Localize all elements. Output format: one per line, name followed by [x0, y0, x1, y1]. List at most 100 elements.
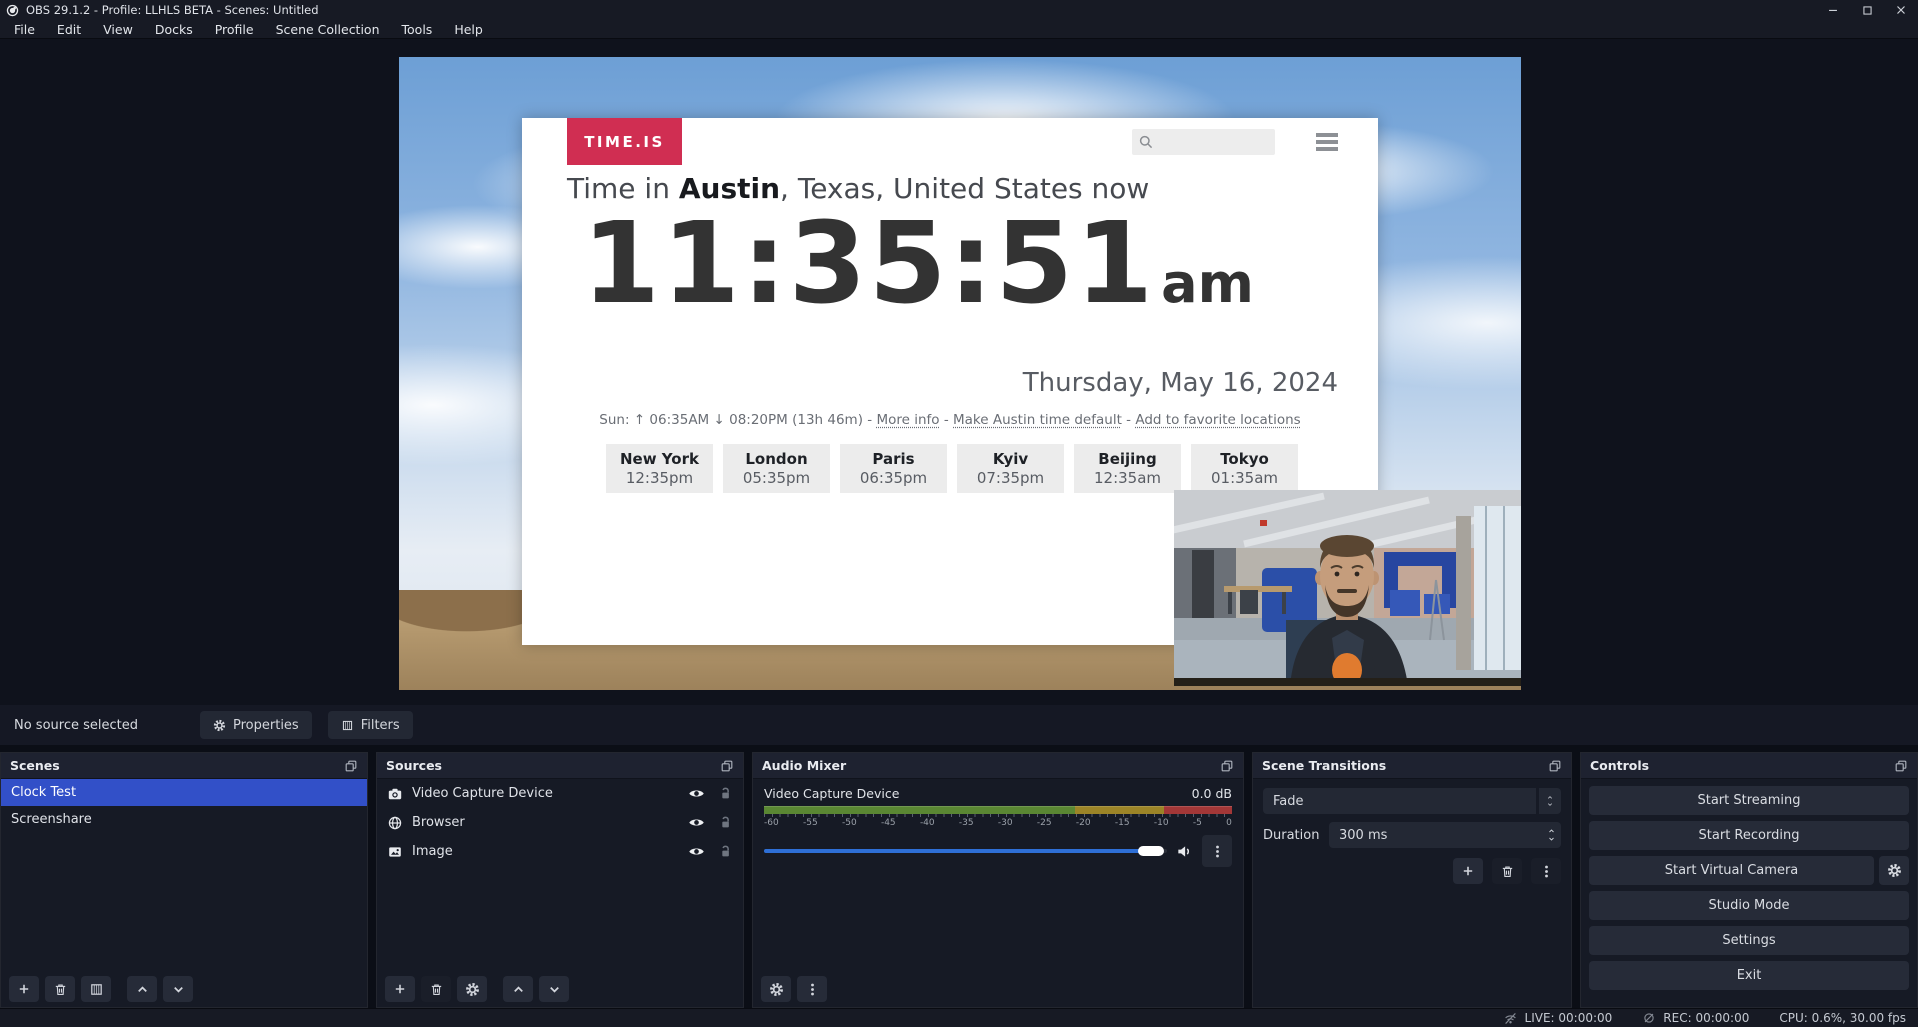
add-transition-button[interactable]: [1453, 858, 1483, 884]
start-streaming-button[interactable]: Start Streaming: [1589, 786, 1909, 815]
source-properties-button[interactable]: [457, 976, 487, 1002]
spin-down-icon[interactable]: [1546, 835, 1557, 843]
source-up-button[interactable]: [503, 976, 533, 1002]
lock-icon[interactable]: [718, 786, 733, 801]
live-status: LIVE: 00:00:00: [1503, 1011, 1613, 1026]
source-item-video-capture[interactable]: Video Capture Device: [377, 779, 743, 808]
city-time: 06:35pm: [840, 469, 947, 488]
kebab-menu-icon: [805, 982, 820, 997]
start-recording-button[interactable]: Start Recording: [1589, 821, 1909, 850]
source-down-button[interactable]: [539, 976, 569, 1002]
obs-window: OBS 29.1.2 - Profile: LLHLS BETA - Scene…: [0, 0, 1918, 1027]
city-name: Beijing: [1074, 450, 1181, 469]
webcam-video: [1174, 490, 1521, 686]
gear-icon: [769, 982, 784, 997]
menu-item[interactable]: Help: [443, 20, 494, 38]
chevron-up-icon: [511, 982, 526, 997]
clock-ampm: am: [1161, 252, 1254, 315]
meter-tick-label: -55: [803, 818, 818, 828]
title-bar: OBS 29.1.2 - Profile: LLHLS BETA - Scene…: [0, 0, 1918, 20]
city-name: London: [723, 450, 830, 469]
gear-icon: [1887, 863, 1902, 878]
popout-icon[interactable]: [344, 759, 358, 773]
timeis-logo: TIME.IS: [567, 118, 682, 165]
menu-item[interactable]: Tools: [391, 20, 444, 38]
filters-icon: [89, 982, 104, 997]
add-source-button[interactable]: [385, 976, 415, 1002]
sources-panel: Sources Video Capture Device Browser: [376, 752, 744, 1008]
source-item-image[interactable]: Image: [377, 837, 743, 866]
mixer-level-db: 0.0 dB: [1192, 786, 1232, 801]
scene-up-button[interactable]: [127, 976, 157, 1002]
minimize-button[interactable]: [1816, 0, 1850, 20]
scene-down-button[interactable]: [163, 976, 193, 1002]
city-card: Tokyo 01:35am: [1191, 444, 1298, 493]
virtual-camera-config-button[interactable]: [1879, 856, 1909, 885]
studio-mode-button[interactable]: Studio Mode: [1589, 891, 1909, 920]
start-virtual-camera-button[interactable]: Start Virtual Camera: [1589, 856, 1874, 885]
obs-logo-icon: [6, 4, 19, 17]
source-status-text: No source selected: [14, 718, 138, 733]
visibility-eye-icon[interactable]: [688, 843, 705, 860]
city-time: 05:35pm: [723, 469, 830, 488]
scenes-toolbar: [9, 976, 193, 1002]
scene-filters-button[interactable]: [81, 976, 111, 1002]
popout-icon[interactable]: [1894, 759, 1908, 773]
plus-icon: [17, 982, 31, 996]
close-button[interactable]: [1884, 0, 1918, 20]
remove-transition-button[interactable]: [1492, 858, 1522, 884]
chevron-down-icon: [547, 982, 562, 997]
popout-icon[interactable]: [1548, 759, 1562, 773]
sources-panel-title: Sources: [386, 758, 442, 773]
more-info-link: More info: [876, 412, 939, 428]
menu-item[interactable]: Scene Collection: [265, 20, 391, 38]
add-scene-button[interactable]: [9, 976, 39, 1002]
volume-slider-handle[interactable]: [1138, 846, 1164, 856]
transition-select[interactable]: Fade: [1263, 788, 1561, 814]
source-item-browser[interactable]: Browser: [377, 808, 743, 837]
audio-mixer-title: Audio Mixer: [762, 758, 846, 773]
globe-icon: [387, 815, 403, 831]
scene-transitions-panel: Scene Transitions Fade Duration 300 ms: [1252, 752, 1572, 1008]
filters-button[interactable]: Filters: [328, 711, 413, 739]
mixer-menu-button[interactable]: [797, 976, 827, 1002]
popout-icon[interactable]: [1220, 759, 1234, 773]
city-card: London 05:35pm: [723, 444, 830, 493]
visibility-eye-icon[interactable]: [688, 785, 705, 802]
duration-spinbox[interactable]: 300 ms: [1329, 822, 1561, 848]
remove-source-button[interactable]: [421, 976, 451, 1002]
visibility-eye-icon[interactable]: [688, 814, 705, 831]
menu-item[interactable]: File: [3, 20, 46, 38]
exit-button[interactable]: Exit: [1589, 961, 1909, 990]
speaker-icon[interactable]: [1176, 843, 1193, 860]
advanced-audio-button[interactable]: [761, 976, 791, 1002]
menu-item[interactable]: Profile: [204, 20, 265, 38]
popout-icon[interactable]: [720, 759, 734, 773]
add-favorite-link: Add to favorite locations: [1135, 412, 1300, 428]
volume-slider[interactable]: [764, 849, 1167, 853]
meter-tick-label: -60: [764, 818, 779, 828]
preview-canvas[interactable]: TIME.IS Time in Austin, Texas, United St…: [399, 57, 1521, 690]
spin-up-icon[interactable]: [1546, 827, 1557, 835]
transition-menu-button[interactable]: [1531, 858, 1561, 884]
settings-button[interactable]: Settings: [1589, 926, 1909, 955]
lock-icon[interactable]: [718, 815, 733, 830]
maximize-button[interactable]: [1850, 0, 1884, 20]
controls-panel: Controls Start Streaming Start Recording…: [1580, 752, 1918, 1008]
scene-item[interactable]: Clock Test: [1, 779, 367, 806]
meter-tick-label: -5: [1193, 818, 1202, 828]
scene-item[interactable]: Screenshare: [1, 806, 367, 833]
camera-icon: [387, 786, 403, 802]
city-name: Paris: [840, 450, 947, 469]
remove-scene-button[interactable]: [45, 976, 75, 1002]
menu-item[interactable]: Edit: [46, 20, 92, 38]
transition-select-arrows[interactable]: [1539, 788, 1561, 814]
mixer-channel-menu-button[interactable]: [1202, 835, 1232, 867]
webcam-source[interactable]: [1174, 490, 1521, 686]
menu-item[interactable]: Docks: [144, 20, 204, 38]
stream-inactive-icon: [1503, 1011, 1518, 1026]
menu-item[interactable]: View: [92, 20, 144, 38]
kebab-menu-icon: [1210, 844, 1225, 859]
lock-icon[interactable]: [718, 844, 733, 859]
properties-button[interactable]: Properties: [200, 711, 312, 739]
